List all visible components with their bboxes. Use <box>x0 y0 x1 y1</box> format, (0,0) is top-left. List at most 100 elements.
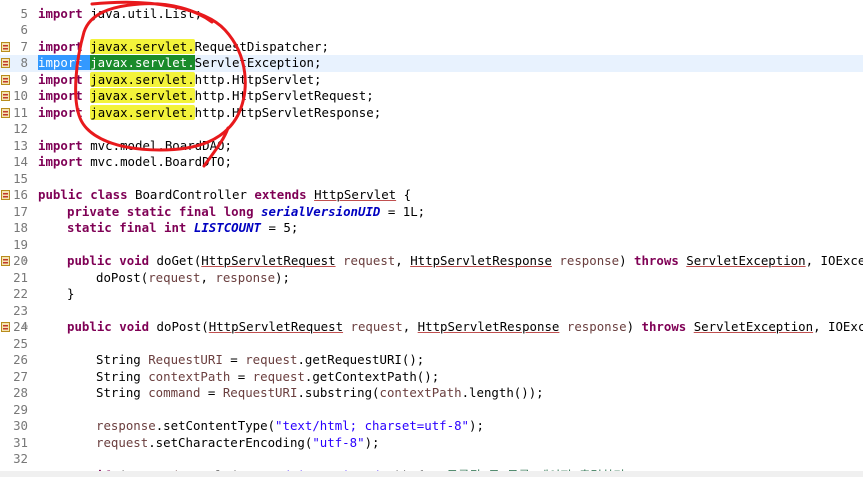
code-token: request <box>245 352 298 367</box>
code-token: RequestURI <box>222 385 298 400</box>
code-token: doGet( <box>149 253 202 268</box>
fold-toggle-icon[interactable]: ⊖ <box>23 319 28 336</box>
code-line[interactable]: 8 import javax.servlet.ServletException; <box>0 55 863 72</box>
code-token: ) <box>626 319 642 334</box>
code-token: doPost( <box>96 269 149 285</box>
code-text: import mvc.model.BoardDAO; <box>38 138 232 155</box>
code-text: request.setCharacterEncoding("utf-8"); <box>38 435 379 452</box>
code-token: = 5; <box>261 220 299 235</box>
code-token: javax.servlet. <box>90 71 195 87</box>
code-line[interactable]: 7 import javax.servlet.RequestDispatcher; <box>0 38 863 56</box>
code-token: command <box>148 385 201 400</box>
code-line[interactable]: 28 String command = RequestURI.substring(… <box>0 385 863 402</box>
code-line[interactable]: 17 private static final long serialVersio… <box>0 204 863 221</box>
code-token: http.HttpServlet; <box>194 71 322 87</box>
code-line[interactable]: 19 <box>0 237 863 254</box>
code-token: http.HttpServletRequest; <box>194 88 374 103</box>
code-line[interactable]: 27 String contextPath = request.getContex… <box>0 369 863 386</box>
code-token: BoardController <box>127 187 255 202</box>
code-text: import javax.servlet.http.HttpServlet; <box>38 71 322 89</box>
code-token: javax.servlet. <box>90 55 195 70</box>
horizontal-scrollbar[interactable] <box>0 471 863 477</box>
code-token: , <box>402 319 418 334</box>
code-line[interactable]: 20 ⊖ public void doGet(HttpServletRequest … <box>0 253 863 270</box>
line-number: 7 <box>20 38 28 54</box>
line-number: 30 <box>13 418 28 433</box>
code-token: .setCharacterEncoding( <box>148 434 313 450</box>
line-number: 21 <box>13 269 28 285</box>
code-line[interactable]: 31 request.setCharacterEncoding("utf-8"); <box>0 435 863 452</box>
code-token: http.HttpServletResponse; <box>194 104 382 120</box>
code-token: extends <box>254 187 307 202</box>
code-line[interactable]: 29 <box>0 402 863 419</box>
code-text: import mvc.model.BoardDTO; <box>38 154 232 171</box>
code-token: ) <box>619 253 635 268</box>
line-number: 14 <box>13 154 28 169</box>
fold-toggle-icon[interactable]: ⊖ <box>23 253 28 270</box>
code-token: javax.servlet. <box>90 88 195 103</box>
code-line[interactable]: 25 <box>0 336 863 353</box>
code-token: contextPath <box>379 385 462 400</box>
code-line[interactable]: 11 import javax.servlet.http.HttpServletR… <box>0 104 863 122</box>
code-line[interactable]: 6 <box>0 22 863 39</box>
code-token: long <box>223 203 254 219</box>
code-token: request <box>148 269 201 285</box>
code-token: doPost( <box>149 319 209 334</box>
code-token: String <box>96 368 149 384</box>
code-token: ); <box>275 269 290 285</box>
code-token: import <box>38 71 83 87</box>
code-token: LISTCOUNT <box>193 220 262 235</box>
code-line[interactable]: 32 <box>0 451 863 468</box>
code-line[interactable]: 30 response.setContentType("text/html; ch… <box>0 418 863 435</box>
code-token: RequestURI <box>148 352 223 367</box>
code-token: import <box>38 38 83 54</box>
code-token: mvc.model.BoardDAO; <box>82 137 232 153</box>
code-token: = <box>222 352 246 367</box>
line-number: 8 <box>20 55 28 70</box>
code-token: response <box>96 418 156 433</box>
code-token: import <box>38 154 83 169</box>
code-token: ServletException <box>693 319 814 334</box>
code-token: String <box>96 352 149 367</box>
code-line[interactable]: 23 <box>0 303 863 320</box>
code-token: RequestDispatcher; <box>194 38 329 54</box>
code-line[interactable]: 22} <box>0 286 863 303</box>
code-token: ServletException; <box>194 55 322 70</box>
code-token: HttpServletResponse <box>410 253 552 268</box>
code-line[interactable]: 21 doPost(request, response); <box>0 270 863 287</box>
code-line[interactable]: 15 <box>0 171 863 188</box>
code-token: HttpServletRequest <box>208 319 344 334</box>
code-editor[interactable]: 5 import java.util.List; 6 7 import javax.se… <box>0 0 863 477</box>
code-line[interactable]: 14 import mvc.model.BoardDTO; <box>0 154 863 171</box>
code-line[interactable]: 18 static final int LISTCOUNT = 5; <box>0 220 863 237</box>
line-number: 28 <box>13 385 28 400</box>
code-line[interactable]: 13 import mvc.model.BoardDAO; <box>0 138 863 155</box>
code-line[interactable]: 24 ⊖ public void doPost(HttpServletRequest… <box>0 319 863 336</box>
code-token: ); <box>364 434 380 450</box>
code-token: ServletException <box>686 253 806 268</box>
code-text: import javax.servlet.RequestDispatcher; <box>38 38 329 56</box>
code-token: , <box>395 253 411 268</box>
code-line[interactable]: 9 import javax.servlet.http.HttpServlet; <box>0 71 863 89</box>
code-text: import javax.servlet.ServletException; <box>38 55 321 72</box>
code-token: = <box>230 368 253 384</box>
code-line[interactable]: 5 import java.util.List; <box>0 6 863 23</box>
code-line[interactable]: 12 <box>0 121 863 138</box>
code-line[interactable]: 16 public class BoardController extends H… <box>0 187 863 204</box>
code-line[interactable]: 26 String RequestURI = request.getRequest… <box>0 352 863 369</box>
code-token: public <box>67 253 112 268</box>
code-token: import <box>38 104 83 120</box>
code-line[interactable]: 10 import javax.servlet.http.HttpServletR… <box>0 88 863 105</box>
code-token: javax.servlet. <box>90 38 195 54</box>
code-token: { <box>396 187 412 202</box>
line-number: 25 <box>13 335 28 351</box>
line-number: 23 <box>13 302 28 318</box>
code-token: .setContentType( <box>155 418 276 433</box>
line-number: 13 <box>13 137 28 153</box>
line-number: 6 <box>20 22 28 37</box>
